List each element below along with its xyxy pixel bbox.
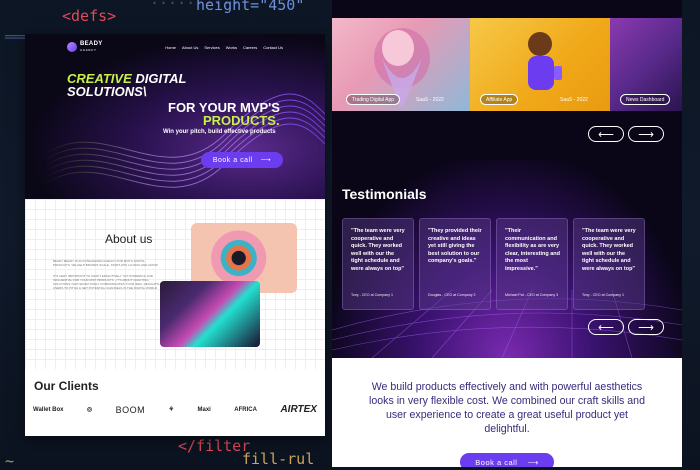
arrow-right-icon: ⟶: [260, 157, 272, 164]
code-line: height="450": [196, 0, 305, 14]
landing-page-preview: BEADY AGENCY Home About Us Services Work…: [25, 34, 325, 436]
about-paragraph-2: IT'S VERY IMPORTANT TO CRAFT EFFECTIVELY…: [53, 274, 163, 290]
top-nav: Home About Us Services Works Careers Con…: [165, 45, 283, 50]
next-button[interactable]: ⟶: [628, 126, 664, 142]
client-logo: ⚘: [168, 407, 175, 413]
client-logo: Wallet Box: [33, 406, 64, 413]
nav-services[interactable]: Services: [204, 45, 219, 50]
client-logo: Maxi: [197, 406, 211, 413]
code-line: fill-rul: [242, 450, 315, 468]
testimonial-author: Tony - CEO at Company 1: [582, 293, 624, 297]
testimonial-card: "The team were very cooperative and quic…: [342, 218, 414, 310]
book-call-button[interactable]: Book a call ⟶: [201, 152, 283, 168]
testimonial-next-button[interactable]: ⟶: [628, 319, 664, 335]
portfolio-meta: SaaS - 2022: [416, 97, 444, 103]
arrow-right-icon: ⟶: [638, 321, 654, 334]
mission-text: We build products effectively and with p…: [369, 381, 645, 435]
testimonial-quote: "Their communication and flexibility as …: [505, 228, 561, 272]
clients-title: Our Clients: [34, 379, 99, 393]
portfolio-meta: SaaS - 2022: [560, 97, 588, 103]
clients-logos: Wallet Box ◎ BOOM ⚘ Maxi AFRICA AIRTEX: [33, 404, 317, 415]
about-image-tech: [160, 281, 260, 347]
portfolio-card[interactable]: News Dashboard: [610, 18, 682, 111]
hero-headline: CREATIVE DIGITAL SOLUTIONS\: [67, 71, 187, 99]
testimonial-prev-button[interactable]: ⟵: [588, 319, 624, 335]
arrow-left-icon: ⟵: [598, 128, 614, 141]
nav-works[interactable]: Works: [226, 45, 237, 50]
code-line: </filter: [178, 437, 251, 455]
client-logo: ◎: [86, 407, 93, 413]
testimonial-quote: "The team were very cooperative and quic…: [351, 228, 405, 272]
testimonial-quote: "They provided their creative and ideas …: [428, 228, 482, 265]
testimonial-author: Michael Pat - CEO at Company 3: [505, 293, 559, 297]
about-paragraph-1: BEADY BEADY IS AN INTEGRATED AGENCY FOR …: [53, 259, 158, 267]
logo-mark-icon: [67, 42, 77, 52]
client-logo: AIRTEX: [280, 404, 317, 415]
testimonial-card: "Their communication and flexibility as …: [496, 218, 568, 310]
hero-headline-2: FOR YOUR MVP'S PRODUCTS.: [168, 100, 280, 128]
testimonials-title: Testimonials: [342, 186, 427, 202]
portfolio-tag[interactable]: Affiliate App: [480, 94, 519, 105]
logo-sub: AGENCY: [80, 48, 97, 52]
client-logo: BOOM: [115, 404, 146, 415]
mission-section: We build products effectively and with p…: [332, 358, 682, 467]
portfolio-card[interactable]: Trading Digital App SaaS - 2022: [332, 18, 470, 111]
nav-about[interactable]: About Us: [182, 45, 198, 50]
portfolio-strip: Trading Digital App SaaS - 2022 Affiliat…: [332, 18, 682, 111]
works-testimonials-preview: Trading Digital App SaaS - 2022 Affiliat…: [332, 0, 682, 467]
testimonial-quote: "The team were very cooperative and quic…: [582, 228, 636, 272]
code-line: ~: [5, 452, 15, 470]
testimonial-author: Douglas - CEO at Company 2: [428, 293, 476, 297]
book-call-label: Book a call: [475, 457, 518, 467]
hero-section: BEADY AGENCY Home About Us Services Work…: [25, 34, 325, 199]
portfolio-tag[interactable]: Trading Digital App: [346, 94, 401, 105]
prev-button[interactable]: ⟵: [588, 126, 624, 142]
book-call-label: Book a call: [212, 156, 253, 164]
nav-careers[interactable]: Careers: [243, 45, 257, 50]
book-call-button-2[interactable]: Book a call ⟶: [460, 453, 554, 467]
about-title: About us: [105, 232, 153, 246]
hero-subtitle: Win your pitch, build effective products: [163, 129, 276, 135]
testimonial-card: "The team were very cooperative and quic…: [573, 218, 645, 310]
testimonial-card: "They provided their creative and ideas …: [419, 218, 491, 310]
client-logo: AFRICA: [234, 406, 257, 413]
nav-contact[interactable]: Contact Us: [263, 45, 283, 50]
arrow-right-icon: ⟶: [638, 128, 654, 141]
portfolio-tag[interactable]: News Dashboard: [620, 94, 671, 105]
about-section: About us BEADY BEADY IS AN INTEGRATED AG…: [25, 199, 325, 369]
portfolio-card[interactable]: Affiliate App SaaS - 2022: [470, 18, 610, 111]
testimonial-author: Tony - CEO at Company 1: [351, 293, 393, 297]
arrow-left-icon: ⟵: [598, 321, 614, 334]
code-line: <defs>: [62, 7, 117, 25]
brand-logo[interactable]: BEADY AGENCY: [67, 41, 103, 53]
nav-home[interactable]: Home: [165, 45, 176, 50]
arrow-right-icon: ⟶: [527, 457, 539, 467]
